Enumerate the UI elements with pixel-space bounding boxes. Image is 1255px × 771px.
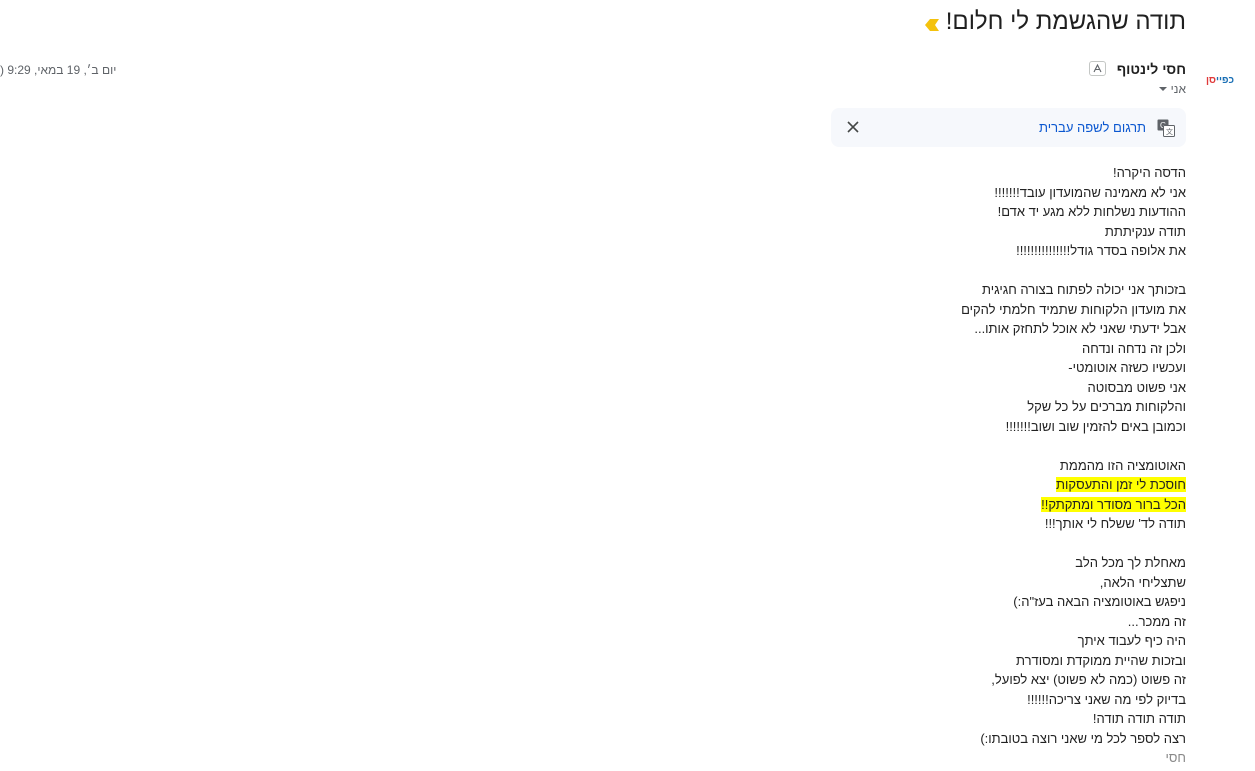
body-line: שתצליחי הלאה, [1099, 574, 1186, 590]
highlighted-line: הכל ברור מסודר ומתקתק!! [961, 495, 1186, 515]
highlighted-line: חוסכת לי זמן והתעסקות [961, 475, 1186, 495]
body-line: בזכותך אני יכולה לפתוח בצורה חגיגית [982, 282, 1186, 297]
highlighted-text: הכל ברור מסודר ומתקתק!! [1041, 496, 1186, 512]
body-line: אני פשוט מבסוטה [1087, 379, 1186, 395]
svg-text:文: 文 [1166, 127, 1173, 136]
email-subject: תודה שהגשמת לי חלום! [945, 8, 1186, 35]
important-marker-icon[interactable] [924, 18, 940, 32]
recipient-label: אני [1170, 82, 1186, 96]
chevron-down-icon [1158, 87, 1167, 91]
translate-bar: G 文 תרגום לשפה עברית [831, 108, 1186, 147]
body-line: אבל ידעתי שאני לא אוכל לתחזק אותו... [974, 321, 1186, 336]
body-line: ניפגש באוטומציה הבאה בעז"ה:) [1013, 594, 1186, 609]
body-line: תודה לד' ששלח לי אותך!!! [1044, 516, 1186, 531]
body-line: את מועדון הלקוחות שתמיד חלמתי להקים [961, 301, 1186, 317]
body-line: ועכשיו כשזה אוטומטי- [1068, 360, 1186, 375]
body-line: ובזכות שהיית ממוקדת ומסודרת [1016, 652, 1186, 668]
body-line: רצה לספר לכל מי שאני רוצה בטובתו:) [980, 730, 1186, 746]
translate-link[interactable]: תרגום לשפה עברית [1039, 120, 1146, 135]
body-line: תודה ענקיתתת [1104, 223, 1186, 239]
translate-icon: G 文 [1157, 119, 1175, 137]
body-line: הדסה היקרה! [1113, 165, 1186, 180]
body-line: האוטומציה הזו מהממת [1059, 457, 1186, 473]
email-datetime: יום ב׳, 19 במאי, 9:29 ( [0, 63, 117, 77]
avatar-text-blue: כפיי [1215, 74, 1235, 86]
body-line: היה כיף לעבוד איתך [1077, 633, 1186, 648]
sender-avatar[interactable]: כפיי סן [1203, 63, 1237, 97]
email-view: תודה שהגשמת לי חלום! כפיי סן חסי לינטוף א… [0, 0, 1255, 771]
body-line: ולכן זה נדחה ונדחה [1082, 340, 1186, 356]
email-body: הדסה היקרה! אני לא מאמינה שהמועדון עובד!… [961, 163, 1186, 768]
signature: חסי [1165, 750, 1186, 765]
body-line: מאחלת לך מכל הלב [1075, 555, 1186, 570]
body-line: זה פשוט (כמה לא פשוט) יצא לפועל, [991, 672, 1186, 687]
body-line: ההודעות נשלחות ללא מגע יד אדם! [997, 204, 1186, 219]
body-line: וכמובן באים להזמין שוב ושוב!!!!!!! [1005, 418, 1186, 434]
body-line: בדיוק לפי מה שאני צריכה!!!!!! [1027, 691, 1186, 707]
recipient-dropdown[interactable]: אני [1158, 82, 1186, 96]
body-line: אני לא מאמינה שהמועדון עובד!!!!!!! [994, 184, 1186, 200]
sender-verified-icon[interactable] [1089, 61, 1106, 76]
body-line: תודה תודה תודה! [1092, 711, 1186, 726]
sender-name[interactable]: חסי לינטוף [1117, 61, 1186, 77]
body-line: והלקוחות מברכים על כל שקל [1027, 399, 1186, 414]
avatar-text-red: סן [1205, 74, 1216, 86]
highlighted-text: חוסכת לי זמן והתעסקות [1056, 477, 1186, 492]
body-line: את אלופה בסדר גודל!!!!!!!!!!!!!!! [1016, 243, 1186, 258]
close-icon[interactable] [843, 117, 863, 137]
body-line: זה ממכר... [1127, 613, 1186, 629]
